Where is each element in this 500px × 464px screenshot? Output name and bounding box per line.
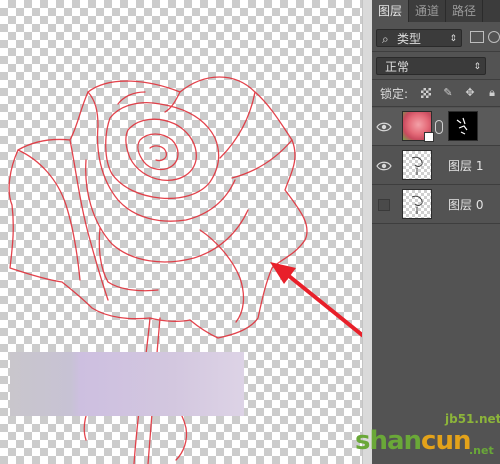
site-watermark: jb51.net shancun .net: [355, 412, 500, 464]
lock-transparency-icon[interactable]: [418, 85, 434, 101]
watermark-url: jb51.net: [445, 412, 500, 426]
layers-panel: 图层 通道 路径 ⌕ 类型 ⇕ 正常 ⇕ 锁定: ✎ ✥ 🔒︎ 图层 1 图层 …: [372, 0, 500, 464]
divider: [372, 106, 500, 107]
layer-mask-thumbnail[interactable]: [448, 111, 478, 141]
filter-image-icon[interactable]: [470, 31, 484, 43]
watermark-net: .net: [469, 444, 494, 457]
lock-position-icon[interactable]: ✥: [462, 85, 478, 101]
layer-name[interactable]: 图层 1: [448, 147, 483, 185]
chevron-updown-icon: ⇕: [473, 62, 481, 72]
search-icon: ⌕: [382, 32, 389, 46]
layer-name[interactable]: 图层 0: [448, 186, 483, 224]
filter-type-select[interactable]: ⌕ 类型 ⇕: [376, 29, 462, 47]
filter-row: ⌕ 类型 ⇕: [372, 26, 500, 50]
chain-link-icon[interactable]: [435, 120, 443, 134]
annotation-arrow: [270, 262, 372, 346]
watermark-part-a: shan: [355, 426, 422, 456]
divider: [372, 51, 500, 52]
filter-adjust-icon[interactable]: [488, 31, 500, 43]
watermark-part-b: cun: [421, 426, 471, 456]
eye-icon[interactable]: [376, 119, 392, 135]
document-canvas[interactable]: [0, 0, 372, 464]
tab-paths[interactable]: 路径: [446, 0, 484, 22]
divider: [372, 79, 500, 80]
layer-thumbnail: [402, 150, 432, 180]
lock-label: 锁定:: [380, 87, 409, 101]
blend-row: 正常 ⇕: [372, 54, 500, 78]
lock-all-icon[interactable]: 🔒︎: [484, 85, 500, 101]
layer-row[interactable]: 图层 1: [372, 147, 500, 185]
chevron-updown-icon: ⇕: [449, 34, 457, 44]
tab-channels[interactable]: 通道: [409, 0, 447, 22]
layer-thumbnail: [402, 189, 432, 219]
panel-tabs: 图层 通道 路径: [372, 0, 500, 22]
tab-layers[interactable]: 图层: [372, 0, 410, 22]
watermark-logo: shancun: [355, 426, 471, 456]
lock-row: 锁定: ✎ ✥ 🔒︎: [372, 82, 500, 104]
visibility-toggle-empty[interactable]: [378, 199, 390, 211]
blend-mode-label: 正常: [385, 60, 410, 74]
lock-image-icon[interactable]: ✎: [440, 85, 456, 101]
layer-row[interactable]: 图层 0: [372, 186, 500, 224]
layer-row[interactable]: [372, 108, 500, 146]
link-layer-icon: [424, 132, 434, 142]
blend-mode-select[interactable]: 正常 ⇕: [376, 57, 486, 75]
filter-type-label: 类型: [397, 32, 422, 46]
eye-icon[interactable]: [376, 158, 392, 174]
